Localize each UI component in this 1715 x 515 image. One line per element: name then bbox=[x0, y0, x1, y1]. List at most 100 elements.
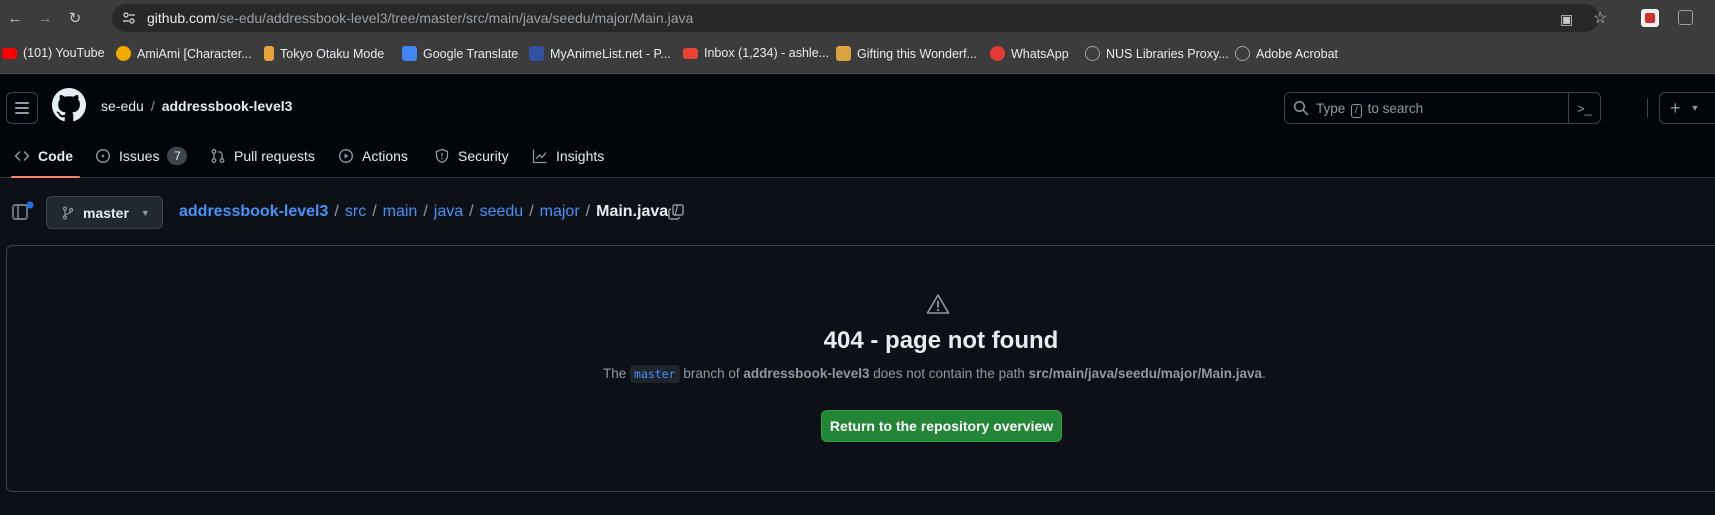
file-path: src/main/java/seedu/major/Main.java bbox=[1028, 366, 1262, 381]
code-icon bbox=[14, 151, 30, 161]
repo-link[interactable]: addressbook-level3 bbox=[162, 98, 293, 114]
breadcrumb: addressbook-level3 / src / main / java / seedu / m… bbox=[179, 203, 685, 221]
bookmark-label: Tokyo Otaku Mode bbox=[280, 46, 385, 61]
breadcrumb-src-link[interactable]: src bbox=[345, 203, 366, 220]
youtube-icon bbox=[2, 48, 17, 59]
back-icon[interactable]: ← bbox=[4, 7, 26, 29]
address-bar[interactable]: github.com/se-edu/addressbook-level3/tre… bbox=[112, 4, 1607, 32]
tab-issues[interactable]: Issues 7 bbox=[95, 135, 188, 177]
globe-icon bbox=[1235, 46, 1250, 61]
tokyo-otaku-icon bbox=[264, 46, 274, 61]
bookmark-youtube[interactable]: (101) YouTube bbox=[2, 46, 105, 60]
search-icon bbox=[1293, 100, 1309, 116]
tab-code[interactable]: Code bbox=[11, 135, 80, 178]
command-palette-icon[interactable]: >_ bbox=[1568, 93, 1600, 123]
issue-count-badge: 7 bbox=[167, 147, 188, 165]
breadcrumb-separator: / bbox=[529, 203, 534, 220]
breadcrumb-separator: / bbox=[372, 203, 377, 220]
alert-icon bbox=[926, 294, 950, 314]
copy-path-icon[interactable] bbox=[667, 203, 685, 221]
menu-icon[interactable] bbox=[6, 92, 38, 124]
bookmark-label: WhatsApp bbox=[1011, 46, 1069, 61]
extension-icon[interactable] bbox=[1641, 9, 1659, 27]
github-header: se-edu / addressbook-level3 Type / to sear… bbox=[0, 75, 1715, 178]
tab-label: Pull requests bbox=[234, 148, 315, 164]
tab-actions[interactable]: Actions bbox=[338, 135, 408, 177]
whatsapp-icon bbox=[990, 46, 1005, 61]
tab-label: Insights bbox=[556, 148, 605, 164]
bookmark-label: Adobe Acrobat bbox=[1256, 46, 1339, 61]
branch-name: master bbox=[83, 204, 129, 221]
tab-label: Security bbox=[458, 148, 509, 164]
bookmark-google-translate[interactable]: Google Translate bbox=[402, 46, 518, 61]
bookmark-star-icon[interactable]: ☆ bbox=[1593, 8, 1607, 28]
error-description: The master branch of addressbook-level3 … bbox=[603, 365, 1266, 383]
bookmarks-bar: (101) YouTube AmiAmi [Character... Tokyo… bbox=[0, 36, 1715, 74]
branch-selector-button[interactable]: master ▼ bbox=[46, 196, 163, 229]
extensions-puzzle-icon[interactable] bbox=[1678, 10, 1693, 25]
plus-icon: + bbox=[1670, 97, 1681, 118]
graph-icon bbox=[532, 149, 547, 164]
bookmark-inbox[interactable]: Inbox (1,234) - ashle... bbox=[683, 46, 829, 60]
url-host: github.com bbox=[147, 10, 216, 26]
tab-label: Issues bbox=[119, 148, 160, 164]
search-suffix: to search bbox=[1367, 101, 1424, 116]
breadcrumb-major-link[interactable]: major bbox=[540, 203, 580, 220]
reload-icon[interactable]: ↻ bbox=[64, 7, 86, 29]
bookmark-label: AmiAmi [Character... bbox=[137, 46, 252, 61]
breadcrumb-separator: / bbox=[334, 203, 339, 220]
breadcrumb-seedu-link[interactable]: seedu bbox=[480, 203, 524, 220]
gmail-icon bbox=[683, 47, 698, 59]
tab-insights[interactable]: Insights bbox=[532, 135, 604, 177]
breadcrumb-main-link[interactable]: main bbox=[383, 203, 418, 220]
bookmark-label: Google Translate bbox=[423, 46, 519, 61]
bookmark-adobe-acrobat[interactable]: Adobe Acrobat bbox=[1235, 46, 1338, 61]
breadcrumb-separator: / bbox=[469, 203, 474, 220]
bookmark-amiami[interactable]: AmiAmi [Character... bbox=[116, 46, 252, 61]
issue-icon bbox=[95, 148, 111, 164]
url-path: /se-edu/addressbook-level3/tree/master/s… bbox=[215, 10, 694, 26]
bookmark-label: (101) YouTube bbox=[23, 46, 105, 60]
breadcrumb-java-link[interactable]: java bbox=[434, 203, 463, 220]
bookmark-myanimelist[interactable]: MyAnimeList.net - P... bbox=[529, 46, 671, 61]
bookmark-tokyo-otaku[interactable]: Tokyo Otaku Mode bbox=[264, 46, 384, 61]
desc-text: . bbox=[1262, 366, 1266, 381]
shield-icon bbox=[435, 148, 449, 164]
github-logo-icon[interactable] bbox=[52, 88, 86, 122]
repo-title: se-edu / addressbook-level3 bbox=[101, 98, 292, 114]
tab-label: Actions bbox=[362, 148, 408, 164]
desc-text: branch of bbox=[683, 366, 740, 381]
tab-pull-requests[interactable]: Pull requests bbox=[210, 135, 315, 177]
bookmark-label: MyAnimeList.net - P... bbox=[550, 46, 671, 61]
forward-icon[interactable]: → bbox=[34, 7, 56, 29]
bookmark-gifting[interactable]: Gifting this Wonderf... bbox=[836, 46, 977, 61]
search-placeholder: Type / to search bbox=[1316, 101, 1423, 118]
bookmark-whatsapp[interactable]: WhatsApp bbox=[990, 46, 1069, 61]
install-app-icon[interactable]: ▣ bbox=[1560, 11, 1573, 28]
search-input[interactable]: Type / to search >_ bbox=[1284, 92, 1601, 124]
breadcrumb-current-file: Main.java bbox=[596, 203, 669, 220]
desc-text: does not contain the path bbox=[873, 366, 1025, 381]
owner-link[interactable]: se-edu bbox=[101, 98, 144, 114]
breadcrumb-repo-link[interactable]: addressbook-level3 bbox=[179, 203, 328, 220]
bookmark-nus-libraries[interactable]: NUS Libraries Proxy... bbox=[1085, 46, 1229, 61]
site-info-icon[interactable] bbox=[122, 11, 136, 25]
amiami-icon bbox=[116, 46, 131, 61]
path-separator: / bbox=[150, 98, 155, 114]
mal-icon bbox=[529, 46, 544, 61]
error-title: 404 - page not found bbox=[823, 327, 1059, 354]
file-tree-toggle-icon[interactable] bbox=[11, 201, 35, 223]
translate-icon bbox=[402, 46, 417, 61]
branch-code: master bbox=[630, 365, 680, 383]
create-new-button[interactable]: + ▼ bbox=[1659, 92, 1715, 124]
bookmark-label: NUS Libraries Proxy... bbox=[1106, 46, 1229, 61]
return-to-repo-button[interactable]: Return to the repository overview bbox=[821, 410, 1062, 442]
play-icon bbox=[338, 148, 354, 164]
tab-label: Code bbox=[38, 148, 73, 164]
tab-security[interactable]: Security bbox=[434, 135, 509, 177]
globe-icon bbox=[1085, 46, 1100, 61]
git-branch-icon bbox=[62, 206, 74, 219]
divider bbox=[1647, 98, 1648, 118]
gift-icon bbox=[836, 46, 851, 61]
bookmark-label: Inbox (1,234) - ashle... bbox=[704, 46, 830, 60]
